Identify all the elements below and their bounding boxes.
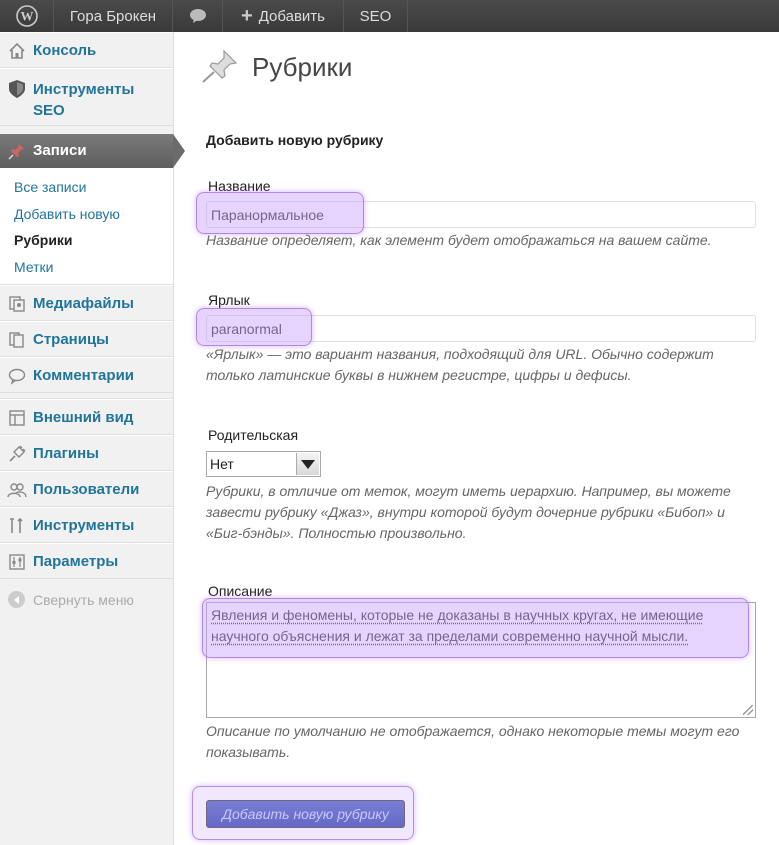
sidebar-item-label: Записи bbox=[33, 142, 87, 159]
sidebar-item-label: Консоль bbox=[33, 42, 97, 59]
sidebar-item-appearance[interactable]: Внешний вид bbox=[0, 399, 173, 435]
add-new-label: Добавить bbox=[258, 7, 325, 25]
main-content: Рубрики Добавить новую рубрику Название … bbox=[174, 32, 779, 845]
slug-hint-line: только латинские буквы в нижнем регистре… bbox=[206, 367, 632, 383]
parent-label: Родительская bbox=[208, 427, 299, 443]
tools-icon bbox=[7, 516, 27, 536]
description-label: Описание bbox=[208, 583, 273, 599]
site-name-label: Гора Брокен bbox=[69, 7, 157, 25]
sidebar-item-console[interactable]: Консоль bbox=[0, 32, 173, 68]
admin-bar: W Гора Брокен + Добавить SEO bbox=[0, 0, 779, 32]
site-name-link[interactable]: Гора Брокен bbox=[54, 0, 173, 32]
sidebar-item-label: Медиафайлы bbox=[33, 295, 134, 312]
posts-submenu: Все записи Добавить новую Рубрики Метки bbox=[0, 168, 173, 285]
sidebar-item-comments[interactable]: Комментарии bbox=[0, 357, 173, 393]
collapse-arrow-icon bbox=[8, 591, 25, 608]
pages-icon bbox=[7, 330, 27, 350]
parent-hint-line: Рубрики, в отличие от меток, могут иметь… bbox=[206, 483, 731, 499]
page-title: Рубрики bbox=[200, 48, 352, 87]
sidebar-item-label: Инструменты bbox=[33, 517, 135, 534]
sidebar-item-media[interactable]: Медиафайлы bbox=[0, 285, 173, 321]
users-icon bbox=[7, 480, 27, 500]
collapse-menu-button[interactable]: Свернуть меню bbox=[0, 579, 173, 608]
sidebar-item-label: Страницы bbox=[33, 331, 109, 348]
slug-hint: «Ярлык» — это вариант названия, подходящ… bbox=[206, 344, 766, 386]
sidebar-item-label: Параметры bbox=[33, 553, 119, 570]
highlight-overlay bbox=[202, 598, 749, 658]
sidebar-item-label: SEO bbox=[33, 102, 65, 119]
seo-label: SEO bbox=[359, 7, 392, 25]
section-heading: Добавить новую рубрику bbox=[206, 132, 384, 148]
sidebar-item-plugins[interactable]: Плагины bbox=[0, 435, 173, 471]
submenu-add-new[interactable]: Добавить новую bbox=[14, 201, 173, 228]
slug-hint-line: «Ярлык» — это вариант названия, подходящ… bbox=[206, 346, 714, 362]
submenu-all-posts[interactable]: Все записи bbox=[14, 174, 173, 201]
sidebar-item-label: Внешний вид bbox=[33, 409, 134, 426]
add-new-menu[interactable]: + Добавить bbox=[223, 0, 344, 32]
sidebar-item-users[interactable]: Пользователи bbox=[0, 471, 173, 507]
comment-icon bbox=[7, 366, 27, 386]
pushpin-icon bbox=[7, 141, 27, 161]
name-hint: Название определяет, как элемент будет о… bbox=[206, 232, 712, 248]
plug-icon bbox=[7, 444, 27, 464]
sidebar-item-tools[interactable]: Инструменты bbox=[0, 507, 173, 543]
shield-icon bbox=[7, 79, 27, 99]
description-hint: Описание по умолчанию не отображается, о… bbox=[206, 721, 766, 763]
settings-sliders-icon bbox=[7, 552, 27, 572]
highlight-overlay bbox=[196, 308, 312, 346]
resize-grip-icon[interactable] bbox=[743, 705, 753, 715]
sidebar-item-label: Пользователи bbox=[33, 481, 140, 498]
parent-select-value: Нет bbox=[210, 456, 234, 472]
svg-text:W: W bbox=[20, 9, 33, 24]
seo-menu[interactable]: SEO bbox=[344, 0, 408, 32]
pushpin-icon bbox=[200, 48, 240, 87]
sidebar-item-posts[interactable]: Записи bbox=[0, 134, 185, 168]
appearance-icon bbox=[7, 408, 27, 428]
description-hint-line: показывать. bbox=[206, 744, 291, 760]
plus-icon: + bbox=[241, 4, 253, 27]
admin-sidebar: Консоль Инструменты SEO Записи Все записи… bbox=[0, 32, 185, 845]
sidebar-item-settings[interactable]: Параметры bbox=[0, 543, 173, 579]
parent-hint-line: завести рубрику «Джаз», внутри которой б… bbox=[206, 504, 725, 520]
chevron-down-icon[interactable] bbox=[296, 453, 319, 475]
highlight-overlay bbox=[192, 786, 414, 840]
sidebar-item-seo-tools[interactable]: Инструменты SEO bbox=[0, 68, 173, 126]
comments-bubble-icon[interactable] bbox=[173, 0, 223, 32]
description-hint-line: Описание по умолчанию не отображается, о… bbox=[206, 723, 740, 739]
sidebar-item-label: Плагины bbox=[33, 445, 99, 462]
wordpress-logo-icon[interactable]: W bbox=[0, 0, 54, 32]
home-icon bbox=[7, 41, 27, 61]
submenu-tags[interactable]: Метки bbox=[14, 254, 173, 281]
submenu-categories[interactable]: Рубрики bbox=[14, 227, 173, 254]
sidebar-item-label: Инструменты bbox=[33, 81, 135, 98]
media-icon bbox=[7, 294, 27, 314]
parent-select[interactable]: Нет bbox=[206, 451, 321, 477]
sidebar-item-pages[interactable]: Страницы bbox=[0, 321, 173, 357]
sidebar-item-label: Комментарии bbox=[33, 367, 135, 384]
page-heading: Рубрики bbox=[252, 52, 353, 82]
parent-hint: Рубрики, в отличие от меток, могут иметь… bbox=[206, 481, 766, 544]
slug-label: Ярлык bbox=[208, 292, 250, 308]
parent-hint-line: «Биг-бэнды». Полностью произвольно. bbox=[206, 525, 467, 541]
collapse-menu-label: Свернуть меню bbox=[33, 591, 134, 608]
highlight-overlay bbox=[196, 192, 364, 234]
